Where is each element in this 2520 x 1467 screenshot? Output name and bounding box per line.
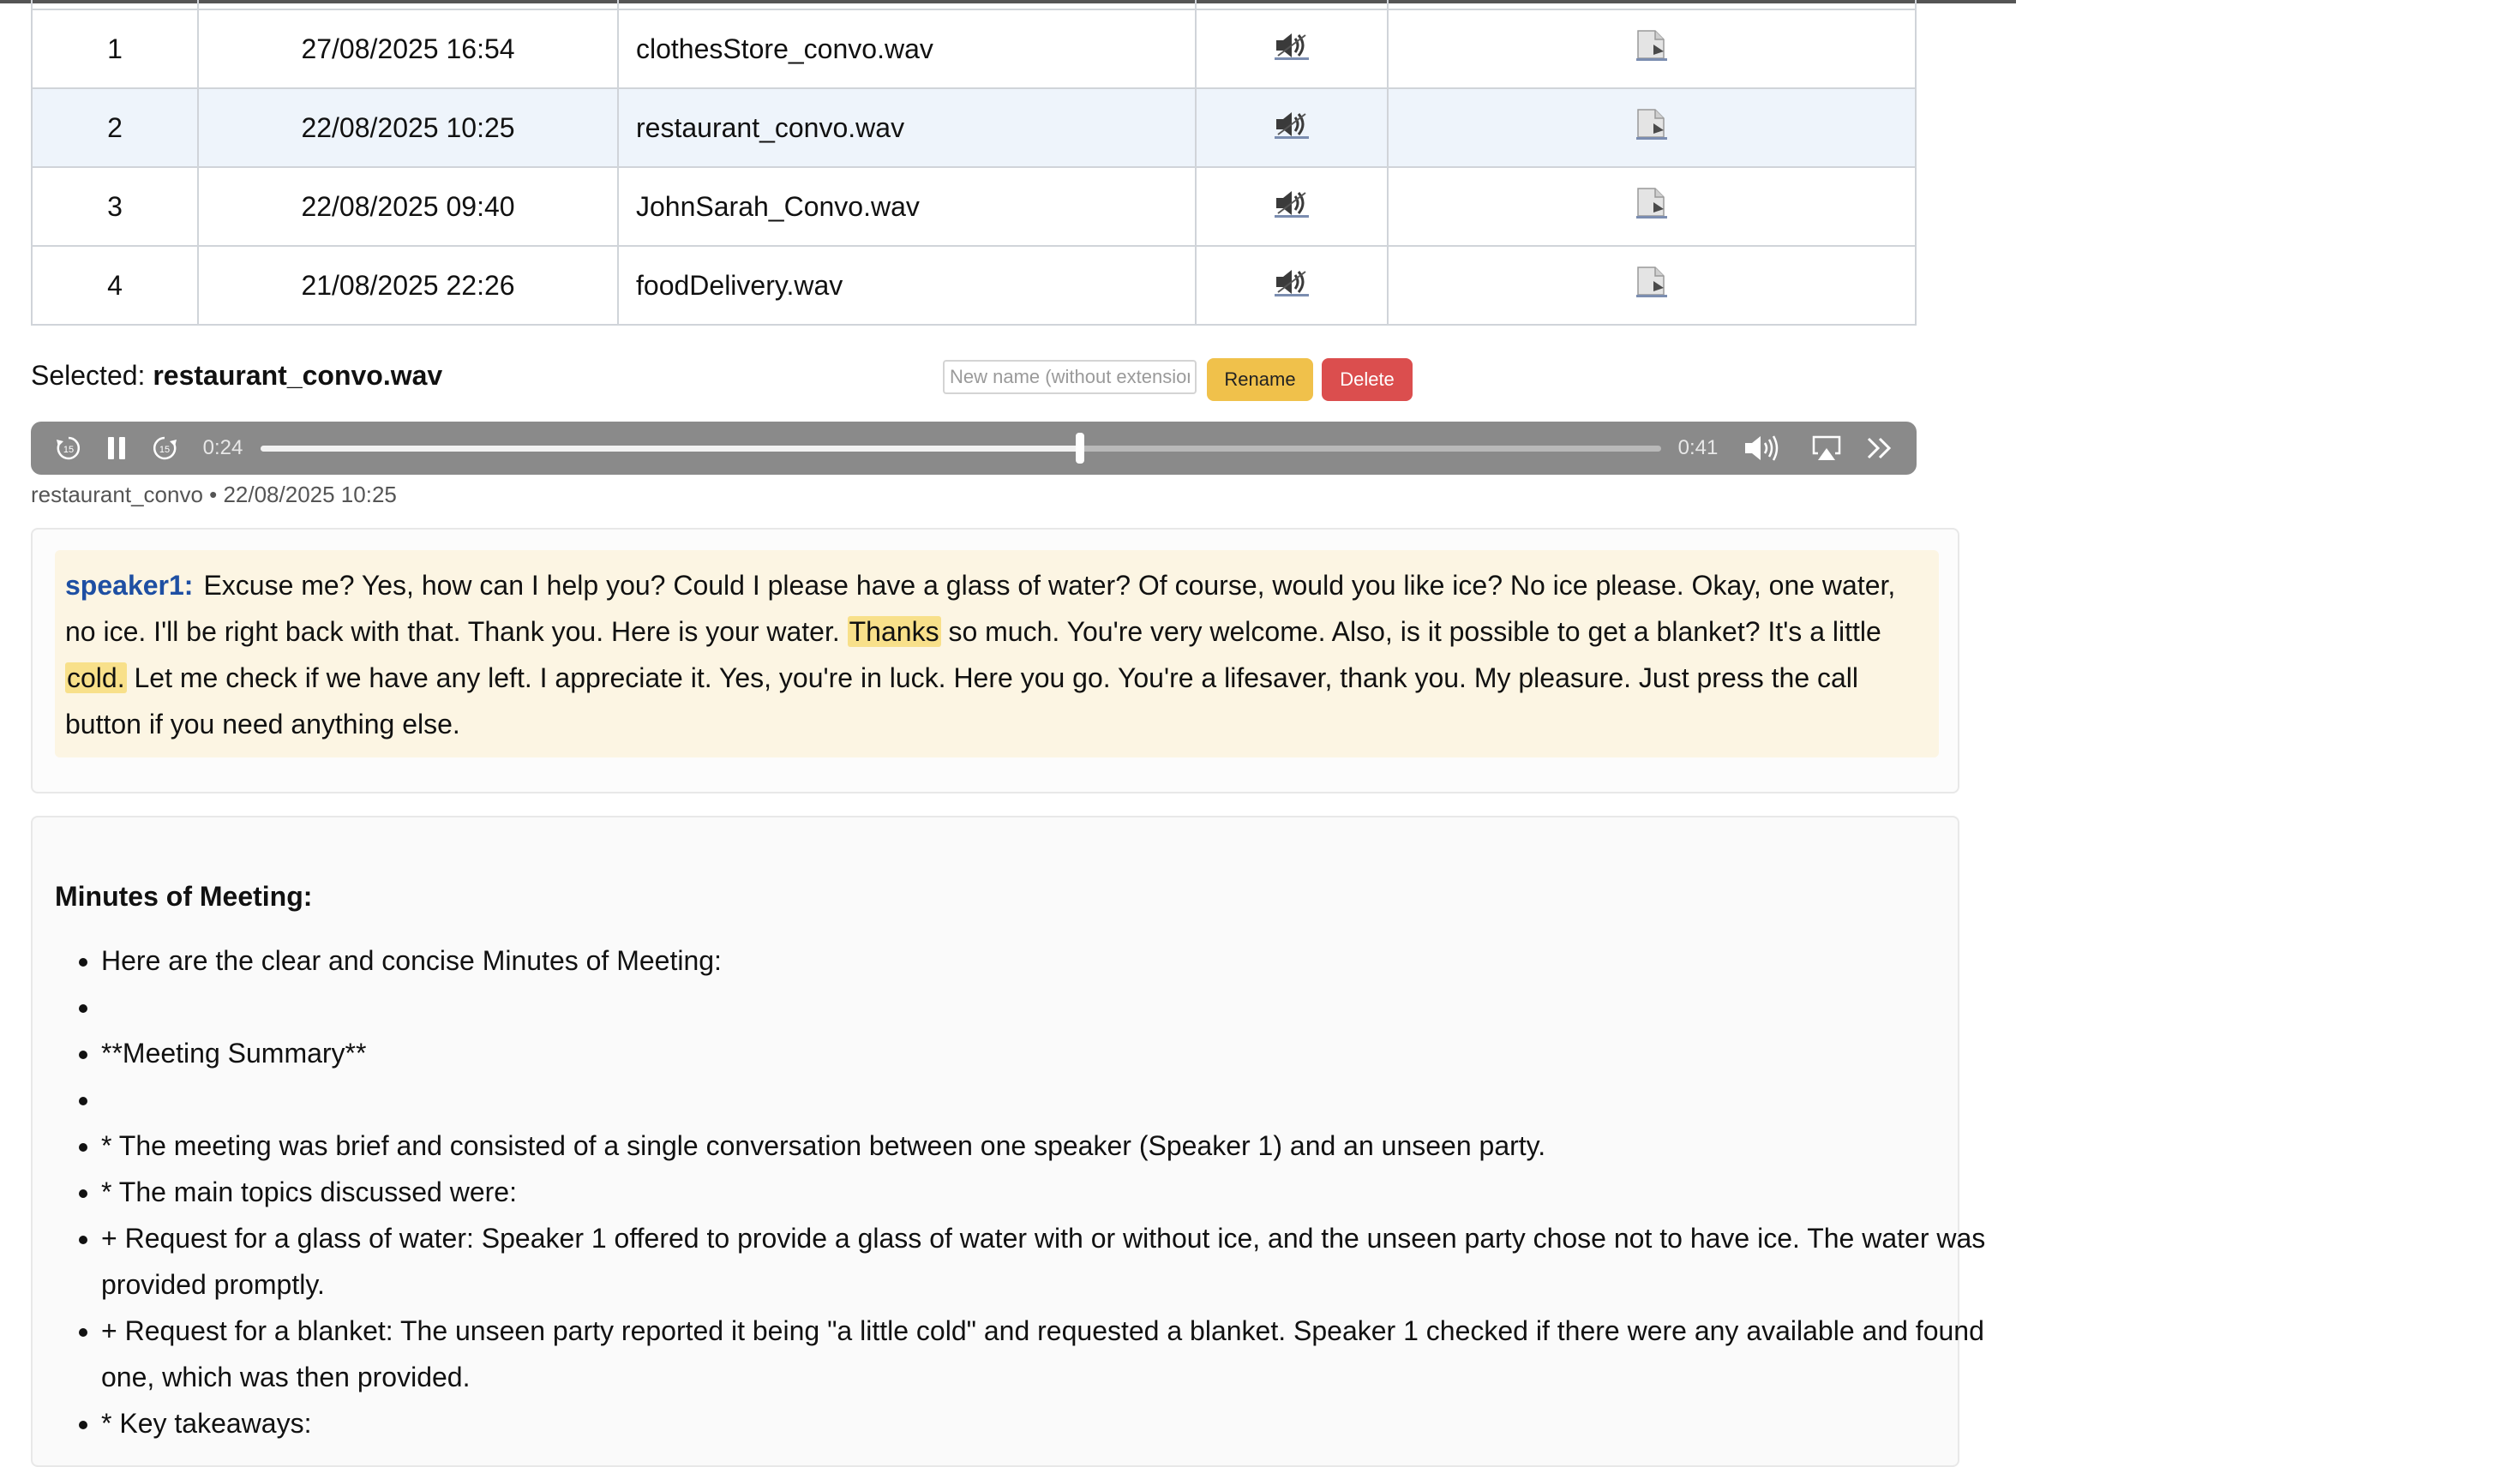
row-filename[interactable]: JohnSarah_Convo.wav <box>617 166 1197 247</box>
seek-bar-progress <box>261 446 1080 452</box>
document-icon[interactable] <box>1635 29 1669 69</box>
highlighted-word: Thanks <box>847 616 941 647</box>
row-number: 2 <box>31 87 199 168</box>
speaker-icon[interactable] <box>1273 188 1311 225</box>
row-datetime: 21/08/2025 22:26 <box>197 245 619 326</box>
current-time: 0:24 <box>202 436 243 459</box>
transcript-panel: speaker1: Excuse me? Yes, how can I help … <box>31 528 1959 793</box>
speaker-icon[interactable] <box>1273 266 1311 304</box>
audio-player: 15 15 0:24 0:41 <box>31 422 1917 475</box>
rewind-15-icon[interactable]: 15 <box>51 422 86 475</box>
delete-button[interactable]: Delete <box>1322 358 1413 401</box>
minutes-item <box>101 984 1987 1030</box>
row-filename[interactable]: restaurant_convo.wav <box>617 87 1197 168</box>
duration: 0:41 <box>1677 436 1719 459</box>
row-number: 4 <box>31 245 199 326</box>
speaker-icon[interactable] <box>1273 30 1311 68</box>
transcript-text: Excuse me? Yes, how can I help you? Coul… <box>65 570 1895 739</box>
selected-label: Selected: <box>31 360 146 391</box>
svg-text:15: 15 <box>159 445 170 455</box>
pause-icon[interactable] <box>99 422 134 475</box>
minutes-item: * The main topics discussed were: <box>101 1169 1987 1215</box>
airplay-icon[interactable] <box>1803 422 1850 475</box>
row-datetime: 27/08/2025 16:54 <box>197 9 619 89</box>
document-icon[interactable] <box>1635 187 1669 226</box>
row-number: 3 <box>31 166 199 247</box>
minutes-item: * The meeting was brief and consisted of… <box>101 1123 1987 1169</box>
more-options-icon[interactable] <box>1857 422 1903 475</box>
row-filename[interactable]: clothesStore_convo.wav <box>617 9 1197 89</box>
minutes-item <box>101 1076 1987 1123</box>
seek-bar-handle[interactable] <box>1075 433 1084 464</box>
seek-bar[interactable] <box>261 433 1661 464</box>
highlighted-word: cold. <box>65 662 127 693</box>
speaker-label: speaker1: <box>65 570 194 601</box>
rename-input[interactable] <box>943 360 1197 394</box>
minutes-item: **Meeting Summary** <box>101 1030 1987 1076</box>
row-filename[interactable]: foodDelivery.wav <box>617 245 1197 326</box>
table-row[interactable]: 2 22/08/2025 10:25 restaurant_convo.wav <box>31 87 1917 168</box>
minutes-item: + Request for a blanket: The unseen part… <box>101 1308 1987 1400</box>
minutes-title: Minutes of Meeting: <box>55 881 313 912</box>
svg-text:15: 15 <box>63 445 74 455</box>
transcript-segment: Let me check if we have any left. I appr… <box>65 662 1859 739</box>
rename-button[interactable]: Rename <box>1207 358 1313 401</box>
selected-file-line: Selected: restaurant_convo.wav <box>31 360 442 392</box>
recordings-table: 1 27/08/2025 16:54 clothesStore_convo.wa… <box>31 0 1917 326</box>
minutes-item: + Request for a glass of water: Speaker … <box>101 1215 1987 1308</box>
minutes-item: Here are the clear and concise Minutes o… <box>101 937 1987 984</box>
minutes-list: Here are the clear and concise Minutes o… <box>55 937 1987 1446</box>
transcript-segment: so much. You're very welcome. Also, is i… <box>940 616 1881 647</box>
row-number: 1 <box>31 9 199 89</box>
row-datetime: 22/08/2025 10:25 <box>197 87 619 168</box>
row-datetime: 22/08/2025 09:40 <box>197 166 619 247</box>
table-row[interactable]: 4 21/08/2025 22:26 foodDelivery.wav <box>31 245 1917 326</box>
table-row[interactable]: 3 22/08/2025 09:40 JohnSarah_Convo.wav <box>31 166 1917 247</box>
table-header-strip <box>31 0 1917 10</box>
forward-15-icon[interactable]: 15 <box>147 422 182 475</box>
speaker-icon[interactable] <box>1273 109 1311 147</box>
player-caption: restaurant_convo • 22/08/2025 10:25 <box>31 482 397 507</box>
minutes-panel: Minutes of Meeting: Here are the clear a… <box>31 816 1985 1467</box>
document-icon[interactable] <box>1635 108 1669 147</box>
document-icon[interactable] <box>1635 266 1669 305</box>
speaker-segment: speaker1: Excuse me? Yes, how can I help … <box>55 550 1939 757</box>
selected-filename: restaurant_convo.wav <box>153 360 443 391</box>
table-row[interactable]: 1 27/08/2025 16:54 clothesStore_convo.wa… <box>31 9 1917 89</box>
volume-icon[interactable] <box>1737 422 1788 475</box>
